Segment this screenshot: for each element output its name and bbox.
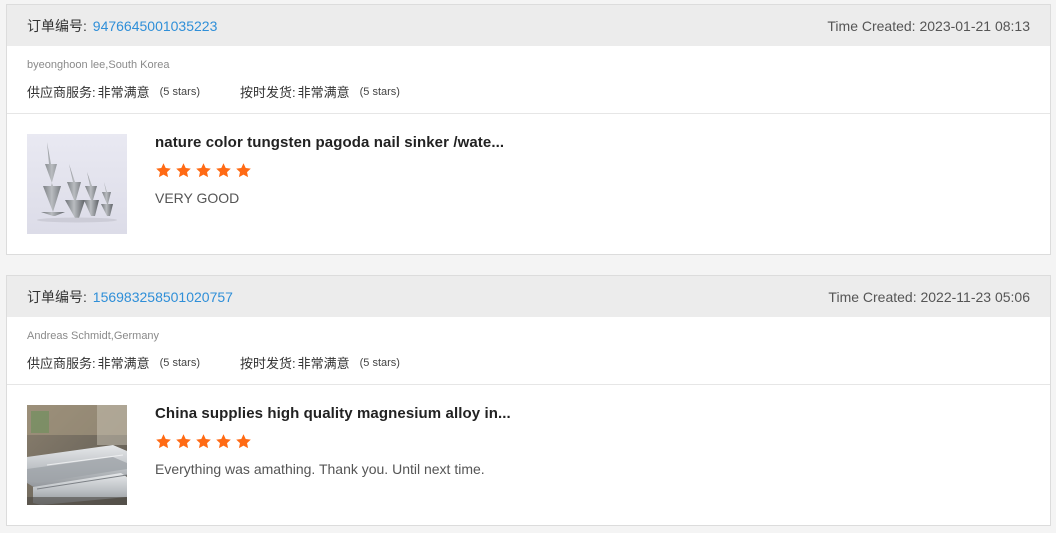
star-icon (236, 163, 251, 178)
review-card: 订单编号: 9476645001035223 Time Created: 202… (6, 4, 1051, 255)
star-icon (216, 434, 231, 449)
buyer-info: byeonghoon lee,South Korea 供应商服务: 非常满意 (… (7, 46, 1050, 114)
time-created: Time Created: 2022-11-23 05:06 (828, 288, 1030, 305)
order-number-link[interactable]: 156983258501020757 (93, 289, 233, 305)
buyer-name: byeonghoon lee,South Korea (27, 59, 170, 71)
service-ratings: 供应商服务: 非常满意 (5 stars) 按时发货: 非常满意 (5 star… (27, 82, 1030, 101)
star-icon (176, 163, 191, 178)
tungsten-sinker-thumbnail[interactable] (27, 134, 127, 234)
star-icon (196, 163, 211, 178)
star-icon (196, 434, 211, 449)
order-id-group: 订单编号: 156983258501020757 (27, 287, 233, 307)
star-icon (176, 434, 191, 449)
order-number-label: 订单编号: (27, 288, 87, 305)
on-time-delivery-label: 按时发货: (239, 85, 296, 100)
star-icon (216, 163, 231, 178)
on-time-delivery-label: 按时发货: (239, 356, 296, 371)
order-number-label: 订单编号: (27, 17, 87, 34)
order-number-link[interactable]: 9476645001035223 (93, 18, 218, 34)
review-comment: Everything was amathing. Thank you. Unti… (155, 461, 485, 477)
product-review: China supplies high quality magnesium al… (7, 385, 1050, 525)
product-star-rating (155, 433, 252, 450)
supplier-service-rating: 供应商服务: 非常满意 (5 stars) (27, 82, 200, 101)
supplier-service-label: 供应商服务: (27, 356, 96, 371)
review-comment: VERY GOOD (155, 190, 240, 206)
on-time-delivery-value: 非常满意 (297, 85, 350, 100)
star-icon (156, 163, 171, 178)
on-time-delivery-rating: 按时发货: 非常满意 (5 stars) (240, 353, 400, 372)
time-created: Time Created: 2023-01-21 08:13 (827, 17, 1030, 34)
order-header: 订单编号: 156983258501020757 Time Created: 2… (7, 276, 1050, 317)
on-time-delivery-rating: 按时发货: 非常满意 (5 stars) (240, 82, 400, 101)
buyer-name: Andreas Schmidt,Germany (27, 330, 160, 342)
supplier-service-stars: (5 stars) (159, 85, 200, 98)
buyer-info: Andreas Schmidt,Germany 供应商服务: 非常满意 (5 s… (7, 317, 1050, 385)
supplier-service-rating: 供应商服务: 非常满意 (5 stars) (27, 353, 200, 372)
review-card: 订单编号: 156983258501020757 Time Created: 2… (6, 275, 1051, 526)
product-review: nature color tungsten pagoda nail sinker… (7, 114, 1050, 254)
on-time-delivery-stars: (5 stars) (359, 356, 400, 369)
on-time-delivery-value: 非常满意 (297, 356, 350, 371)
supplier-service-label: 供应商服务: (27, 85, 96, 100)
on-time-delivery-stars: (5 stars) (359, 85, 400, 98)
order-id-group: 订单编号: 9476645001035223 (27, 16, 217, 36)
service-ratings: 供应商服务: 非常满意 (5 stars) 按时发货: 非常满意 (5 star… (27, 353, 1030, 372)
star-icon (156, 434, 171, 449)
product-title-link[interactable]: China supplies high quality magnesium al… (155, 405, 511, 422)
product-title-link[interactable]: nature color tungsten pagoda nail sinker… (155, 134, 504, 151)
magnesium-alloy-thumbnail[interactable] (27, 405, 127, 505)
product-star-rating (155, 162, 252, 179)
supplier-service-value: 非常满意 (97, 356, 150, 371)
order-header: 订单编号: 9476645001035223 Time Created: 202… (7, 5, 1050, 46)
supplier-service-value: 非常满意 (97, 85, 150, 100)
star-icon (236, 434, 251, 449)
supplier-service-stars: (5 stars) (159, 356, 200, 369)
